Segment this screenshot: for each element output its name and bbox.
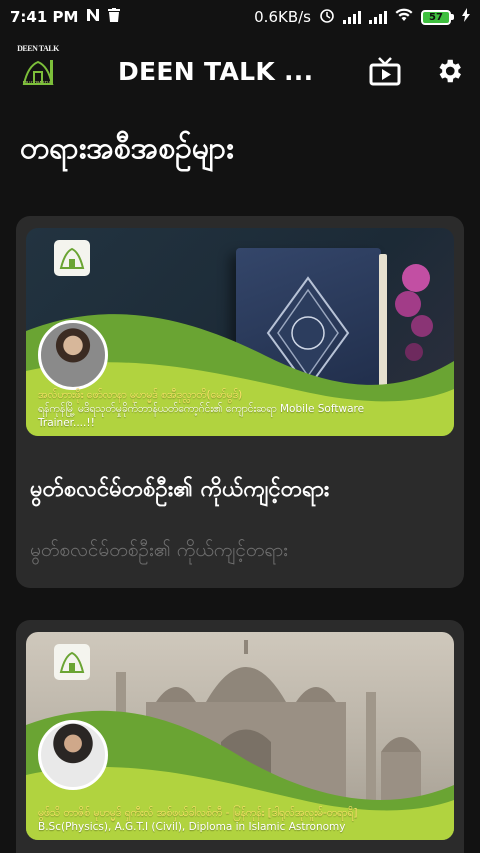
alarm-icon [319, 7, 335, 27]
signal-icon [343, 10, 361, 24]
banner-caption: မွဖ်သိ တာဇိစ် မုဟမ္မဒ် ရှကီးလ် အစ်ဖှယ်ခါ… [38, 806, 444, 834]
tv-icon[interactable] [368, 54, 402, 88]
wifi-icon [395, 8, 413, 26]
app-bar: DEEN TALK MULTIMEDIA DEEN TALK ... [0, 40, 480, 102]
caption-line: မွဖ်သိ တာဇိစ် မုဟမ္မဒ် ရှကီးလ် အစ်ဖှယ်ခါ… [38, 807, 358, 819]
program-title[interactable]: မွတ်စလင်မ်တစ်ဦး၏ ကိုယ်ကျင့်တရား [30, 474, 450, 507]
program-card[interactable]: မွဖ်သိ တာဇိစ် မုဟမ္မဒ် ရှကီးလ် အစ်ဖှယ်ခါ… [16, 620, 464, 853]
battery-icon: 57 [421, 9, 454, 25]
settings-gear-icon[interactable] [432, 54, 466, 88]
section-title: တရားအစီအစဉ်များ [20, 131, 234, 166]
caption-line: B.Sc(Physics), A.G.T.I (Civil), Diploma … [38, 821, 346, 833]
program-banner: မွဖ်သိ တာဇိစ် မုဟမ္မဒ် ရှကီးလ် အစ်ဖှယ်ခါ… [26, 632, 454, 840]
trash-icon [108, 8, 121, 26]
status-time: 7:41 PM [10, 8, 79, 26]
status-bar: 7:41 PM 0.6KB/s 57 [0, 0, 480, 34]
logo-text: DEEN TALK [17, 44, 59, 53]
speaker-avatar [38, 720, 108, 790]
banner-caption: အလ်ဟားဖိုး ဖော်လာနာ မုဟမ္မဒ် စအီဒုလ္လာတိ… [38, 388, 444, 430]
signal-icon-2 [369, 10, 387, 24]
network-speed: 0.6KB/s [254, 8, 311, 26]
channel-logo-icon [54, 240, 90, 276]
program-banner: အလ်ဟားဖိုး ဖော်လာနာ မုဟမ္မဒ် စအီဒုလ္လာတိ… [26, 228, 454, 436]
charging-icon [462, 8, 470, 26]
caption-line: ရန်ကုန်မြို့ မဒိရသုတ်မှုခိုက်ဘာန်ယတ်ကော့… [38, 403, 365, 415]
mosque-logo-icon [22, 60, 54, 85]
battery-level: 57 [421, 9, 451, 25]
caption-line: Trainer....!! [38, 417, 95, 429]
caption-line: အလ်ဟားဖိုး ဖော်လာနာ မုဟမ္မဒ် စအီဒုလ္လာတိ… [38, 389, 243, 401]
app-logo: DEEN TALK MULTIMEDIA [14, 44, 62, 98]
program-card[interactable]: အလ်ဟားဖိုး ဖော်လာနာ မုဟမ္မဒ် စအီဒုလ္လာတိ… [16, 216, 464, 588]
program-subtitle: မွတ်စလင်မ်တစ်ဦး၏ ကိုယ်ကျင့်တရား [30, 539, 288, 561]
speaker-avatar [38, 320, 108, 390]
notification-n-icon [86, 8, 100, 26]
app-title: DEEN TALK ... [118, 56, 314, 86]
channel-logo-icon [54, 644, 90, 680]
